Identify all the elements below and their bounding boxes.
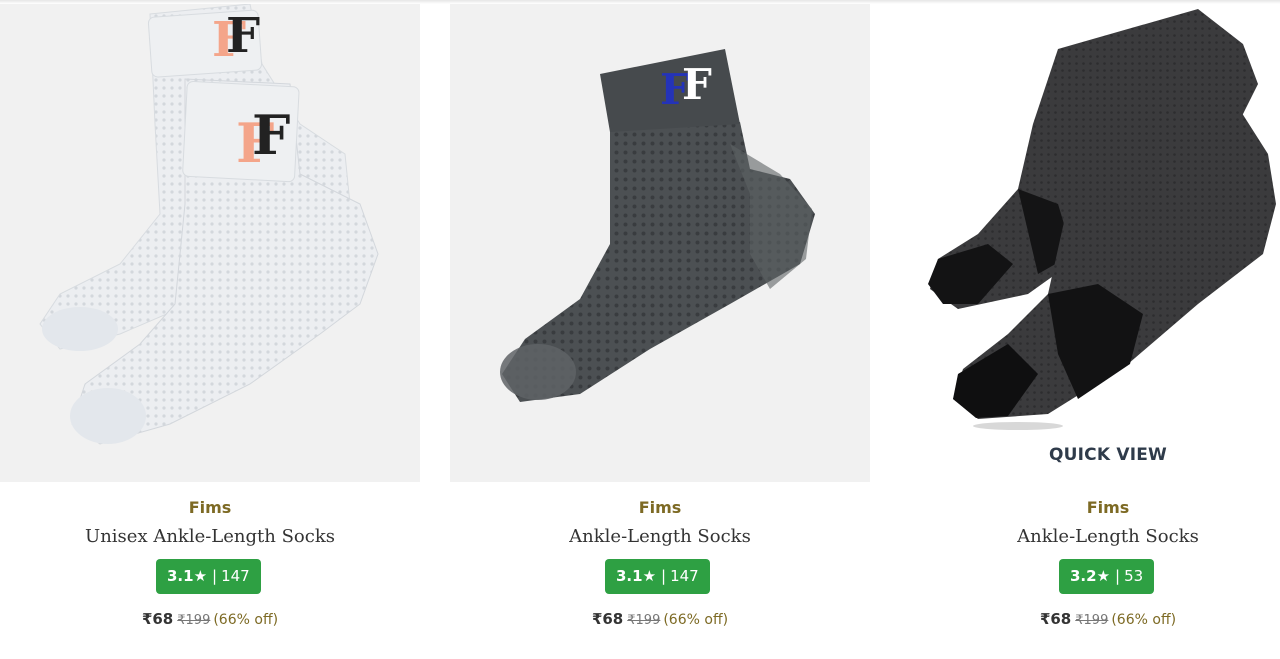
selling-price: ₹68 — [1039, 610, 1072, 628]
review-count: 53 — [1124, 567, 1144, 585]
svg-text:F: F — [252, 103, 290, 167]
product-card[interactable]: F F F F Fims Unisex Ankle-Length Socks 3… — [0, 0, 420, 659]
star-icon: ★ — [642, 567, 657, 585]
black-socks-image — [928, 9, 1276, 430]
discount-percent: (66% off) — [663, 612, 729, 628]
product-card[interactable]: QUICK VIEW Fims Ankle-Length Socks 3.2★ |… — [898, 0, 1280, 659]
product-image[interactable]: F F F F — [0, 4, 420, 482]
star-icon: ★ — [1096, 567, 1111, 585]
rating-badge: 3.2★ | 53 — [1059, 559, 1155, 594]
rating-separator: | — [1115, 567, 1121, 585]
rating-separator: | — [661, 567, 667, 585]
quick-view-button[interactable]: QUICK VIEW — [898, 445, 1280, 465]
svg-text:F: F — [682, 60, 712, 109]
product-brand: Fims — [638, 498, 682, 517]
rating-badge: 3.1★ | 147 — [605, 559, 710, 594]
svg-text:F: F — [226, 8, 260, 64]
price-line: ₹68 ₹199 (66% off) — [0, 609, 420, 628]
review-count: 147 — [670, 567, 699, 585]
star-icon: ★ — [193, 567, 208, 585]
product-image[interactable]: F F — [450, 4, 870, 482]
product-image[interactable]: QUICK VIEW — [898, 4, 1280, 482]
product-title[interactable]: Ankle-Length Socks — [898, 526, 1280, 547]
selling-price: ₹68 — [591, 610, 624, 628]
discount-percent: (66% off) — [1111, 612, 1177, 628]
product-title[interactable]: Ankle-Length Socks — [450, 526, 870, 547]
grey-sock-image: F F — [500, 49, 815, 402]
rating-value: 3.2 — [1070, 567, 1097, 585]
white-socks-image: F F F F — [39, 4, 379, 445]
product-grid: F F F F Fims Unisex Ankle-Length Socks 3… — [0, 0, 1280, 659]
rating-badge: 3.1★ | 147 — [156, 559, 261, 594]
selling-price: ₹68 — [141, 610, 174, 628]
original-price: ₹199 — [1075, 613, 1109, 628]
original-price: ₹199 — [177, 613, 211, 628]
price-line: ₹68 ₹199 (66% off) — [450, 609, 870, 628]
rating-value: 3.1 — [616, 567, 643, 585]
product-card[interactable]: F F Fims Ankle-Length Socks 3.1★ | 147 ₹68… — [450, 0, 870, 659]
rating-value: 3.1 — [167, 567, 194, 585]
price-line: ₹68 ₹199 (66% off) — [898, 609, 1280, 628]
discount-percent: (66% off) — [213, 612, 279, 628]
original-price: ₹199 — [627, 613, 661, 628]
review-count: 147 — [221, 567, 250, 585]
product-brand: Fims — [188, 498, 232, 517]
product-brand: Fims — [1086, 498, 1130, 517]
product-title[interactable]: Unisex Ankle-Length Socks — [0, 526, 420, 547]
rating-separator: | — [212, 567, 218, 585]
